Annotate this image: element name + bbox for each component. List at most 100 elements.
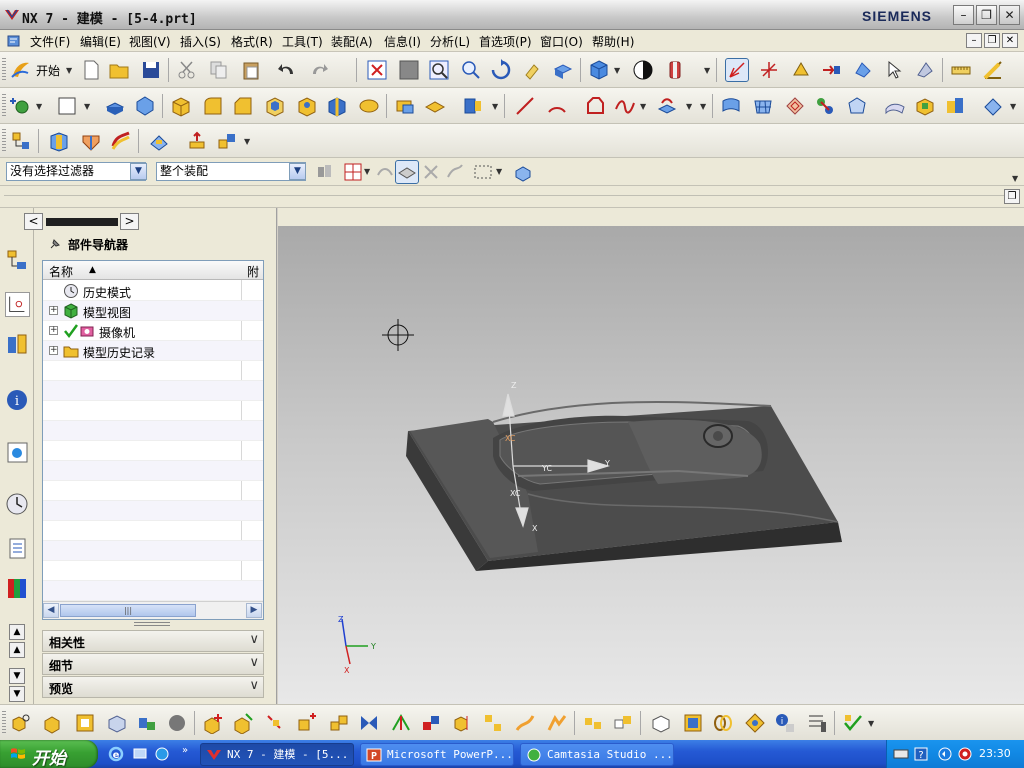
- menu-help[interactable]: 帮助(H): [592, 33, 634, 50]
- menu-view[interactable]: 视图(V): [129, 33, 171, 50]
- nav-prev-button[interactable]: <: [24, 213, 43, 230]
- minimize-button[interactable]: –: [953, 5, 974, 25]
- mate-component-icon[interactable]: [358, 712, 380, 734]
- column-name[interactable]: 名称: [49, 263, 73, 280]
- close-button[interactable]: ✕: [999, 5, 1020, 25]
- shell-icon[interactable]: [264, 95, 286, 117]
- select-features-icon[interactable]: [395, 160, 419, 184]
- chevron-down-icon[interactable]: ▼: [640, 102, 646, 111]
- product-outline-icon[interactable]: [650, 712, 672, 734]
- block-icon[interactable]: [170, 95, 192, 117]
- toolbar-grip[interactable]: [2, 94, 6, 118]
- draft-icon[interactable]: [326, 95, 348, 117]
- new-component-icon[interactable]: [232, 712, 254, 734]
- select-cursor-icon[interactable]: [884, 59, 906, 81]
- chevron-down-icon[interactable]: ▼: [244, 137, 250, 146]
- pin-icon[interactable]: [48, 237, 62, 251]
- expand-toggle[interactable]: +: [49, 326, 58, 335]
- toolbar-grip[interactable]: [2, 58, 6, 82]
- history-clock-icon[interactable]: [5, 492, 30, 517]
- spline-icon[interactable]: [584, 95, 606, 117]
- perspective-icon[interactable]: [552, 59, 574, 81]
- sequence-icon[interactable]: [514, 712, 536, 734]
- horizontal-scrollbar[interactable]: ◀ ||| ▶: [43, 601, 263, 619]
- offset-region-icon[interactable]: [110, 130, 132, 152]
- save-icon[interactable]: [140, 59, 162, 81]
- snap-point-icon[interactable]: [914, 59, 936, 81]
- link-icon[interactable]: [712, 712, 734, 734]
- sew-icon[interactable]: [914, 95, 936, 117]
- menu-insert[interactable]: 插入(S): [180, 33, 221, 50]
- splitter-handle[interactable]: [134, 622, 170, 626]
- column-attach[interactable]: 附: [247, 263, 259, 280]
- mirror-assembly-icon[interactable]: [452, 712, 474, 734]
- menu-assembly[interactable]: 装配(A): [331, 33, 373, 50]
- quicklaunch-overflow-icon[interactable]: »: [182, 745, 188, 756]
- chevron-down-icon[interactable]: ▼: [868, 719, 874, 728]
- constrain-face-icon[interactable]: [216, 130, 238, 152]
- extrude-icon[interactable]: [104, 95, 126, 117]
- graphics-viewport[interactable]: Z XC YC Y XC X Z Y X: [278, 226, 1024, 704]
- bounded-plane-icon[interactable]: [846, 95, 868, 117]
- subtract-icon[interactable]: [424, 95, 446, 117]
- project-curve-icon[interactable]: [656, 95, 678, 117]
- checkmark-icon[interactable]: [63, 323, 79, 339]
- general-select-filter-icon[interactable]: [314, 161, 336, 183]
- nx-app-icon[interactable]: [4, 8, 20, 22]
- quick-pick-icon[interactable]: [512, 161, 534, 183]
- keyboard-icon[interactable]: [893, 747, 909, 761]
- media-quicklaunch-icon[interactable]: [154, 746, 170, 762]
- n-sided-surface-icon[interactable]: [814, 95, 836, 117]
- move-component-icon[interactable]: [328, 712, 350, 734]
- curve-rule-icon[interactable]: [374, 161, 396, 183]
- taskbar-task-powerpoint[interactable]: P Microsoft PowerP...: [360, 743, 514, 766]
- scroll-right-button[interactable]: ▶: [246, 603, 262, 618]
- chevron-down-icon[interactable]: ▼: [496, 167, 502, 176]
- scroll-up-button[interactable]: ▲: [9, 624, 25, 640]
- chevron-down-icon[interactable]: ▼: [1010, 102, 1016, 111]
- restore-button[interactable]: ❐: [976, 5, 997, 25]
- chevron-down-icon[interactable]: ▼: [364, 167, 370, 176]
- chevron-down-icon[interactable]: ▼: [84, 102, 90, 111]
- hole-icon[interactable]: [296, 95, 318, 117]
- camtasia-recorder-icon[interactable]: [957, 746, 973, 762]
- assembly-cube-icon[interactable]: [106, 712, 128, 734]
- start-menu-button[interactable]: 开始 ▼: [10, 59, 74, 81]
- chevron-down-icon[interactable]: ▼: [614, 66, 620, 75]
- model-canvas[interactable]: Z XC YC Y XC X Z Y X: [278, 226, 1024, 704]
- resize-blend-icon[interactable]: [186, 130, 208, 152]
- find-component-icon[interactable]: [10, 712, 32, 734]
- redo-icon[interactable]: [308, 59, 330, 81]
- toolbar-grip[interactable]: [2, 129, 6, 153]
- chevron-down-icon[interactable]: ▼: [686, 102, 692, 111]
- through-curve-mesh-icon[interactable]: [752, 95, 774, 117]
- deselect-all-icon[interactable]: [420, 161, 442, 183]
- wave-geometry-linker-icon[interactable]: [612, 712, 634, 734]
- chamfer-icon[interactable]: [232, 95, 254, 117]
- replace-face-icon[interactable]: [148, 130, 170, 152]
- tree-row[interactable]: + 摄像机: [43, 321, 263, 341]
- open-component-icon[interactable]: [42, 712, 64, 734]
- chevron-down-icon[interactable]: ▼: [36, 102, 42, 111]
- explosion-view-icon[interactable]: [482, 712, 504, 734]
- stop-at-intersection-icon[interactable]: [444, 161, 466, 183]
- selection-scope-combo[interactable]: 整个装配: [156, 162, 306, 181]
- zoom-in-out-icon[interactable]: [460, 59, 482, 81]
- chevron-down-icon[interactable]: ▼: [1012, 174, 1018, 183]
- rotate-icon[interactable]: [490, 59, 512, 81]
- expand-toggle[interactable]: +: [49, 306, 58, 315]
- taskbar-task-camtasia[interactable]: Camtasia Studio ...: [520, 743, 674, 766]
- toolbar-grip[interactable]: [2, 711, 6, 735]
- zone-icon[interactable]: [682, 712, 704, 734]
- desktop-quicklaunch-icon[interactable]: [132, 746, 148, 762]
- part-navigator-toolbar-icon[interactable]: [10, 130, 32, 152]
- line-icon[interactable]: [514, 95, 536, 117]
- cut-icon[interactable]: [176, 59, 198, 81]
- web-browser-icon[interactable]: [5, 440, 30, 465]
- menu-file[interactable]: 文件(F): [30, 33, 70, 50]
- datum-plane-icon[interactable]: [56, 95, 78, 117]
- assembly-constraints-icon[interactable]: [390, 712, 412, 734]
- doc-minimize-button[interactable]: –: [966, 33, 982, 48]
- replace-component-icon[interactable]: [296, 712, 318, 734]
- sketch-icon[interactable]: [10, 95, 32, 117]
